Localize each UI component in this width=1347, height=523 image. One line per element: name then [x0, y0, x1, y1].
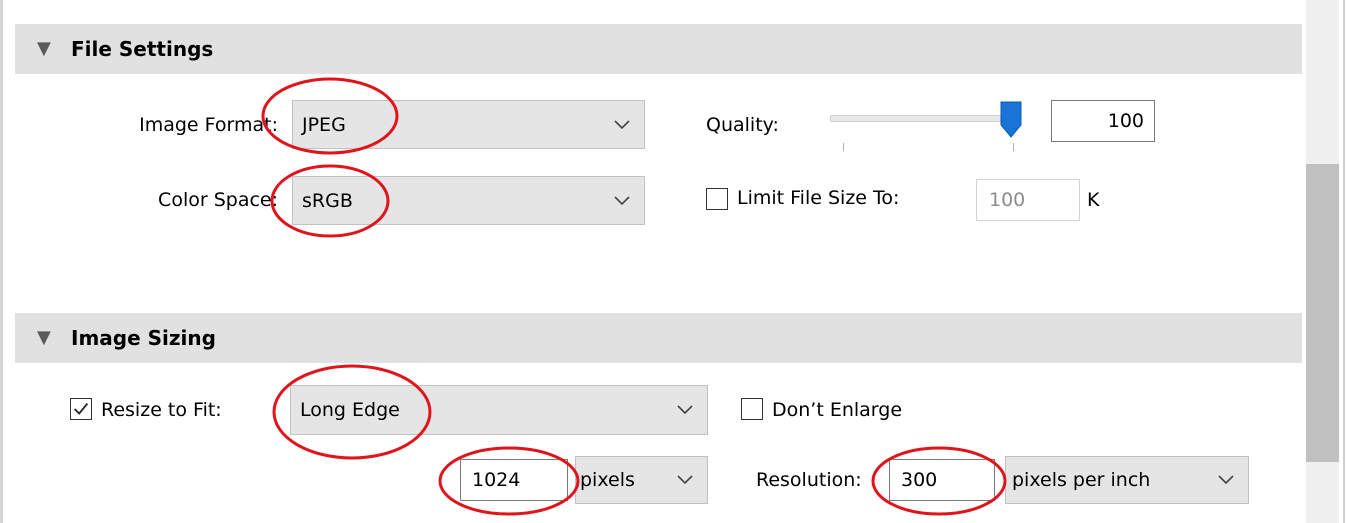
resize-to-fit-label: Resize to Fit:	[101, 399, 222, 421]
file-settings-title: File Settings	[71, 37, 214, 61]
resolution-value: 300	[901, 469, 938, 491]
panel-right-border	[1343, 0, 1345, 523]
slider-tick	[843, 143, 844, 151]
chevron-down-icon	[677, 475, 693, 485]
quality-slider-track[interactable]	[830, 115, 1020, 122]
resize-to-fit-checkbox[interactable]	[70, 398, 92, 420]
scrollbar-thumb[interactable]	[1306, 164, 1339, 462]
color-space-dropdown[interactable]: sRGB	[292, 176, 645, 225]
size-value: 1024	[472, 469, 521, 491]
image-sizing-header[interactable]: ▼ Image Sizing	[15, 313, 1302, 363]
resolution-unit-dropdown[interactable]: pixels per inch	[1005, 456, 1249, 504]
limit-file-size-unit: K	[1087, 189, 1100, 211]
image-sizing-title: Image Sizing	[71, 326, 216, 350]
slider-tick	[1013, 143, 1014, 151]
panel-left-border	[0, 0, 3, 523]
image-format-dropdown[interactable]: JPEG	[292, 100, 645, 149]
resize-mode-dropdown[interactable]: Long Edge	[290, 385, 708, 435]
dont-enlarge-label: Don’t Enlarge	[772, 399, 903, 421]
limit-file-size-label: Limit File Size To:	[737, 187, 900, 209]
resize-mode-value: Long Edge	[300, 399, 400, 421]
quality-input[interactable]: 100	[1051, 100, 1155, 142]
resolution-input[interactable]: 300	[889, 459, 995, 501]
quality-slider-thumb[interactable]	[1000, 101, 1022, 138]
size-input[interactable]: 1024	[460, 459, 568, 501]
color-space-label: Color Space:	[158, 189, 278, 211]
quality-label: Quality:	[706, 114, 779, 136]
file-settings-header[interactable]: ▼ File Settings	[15, 24, 1302, 74]
chevron-down-icon	[614, 195, 630, 205]
chevron-down-icon	[614, 119, 630, 129]
color-space-value: sRGB	[302, 189, 353, 212]
limit-file-size-input[interactable]: 100	[976, 179, 1080, 221]
resolution-label: Resolution:	[756, 469, 862, 491]
size-unit-value: pixels	[580, 469, 635, 491]
resolution-unit-value: pixels per inch	[1012, 469, 1151, 491]
dont-enlarge-checkbox[interactable]	[741, 398, 763, 420]
image-format-label: Image Format:	[139, 114, 278, 136]
checkmark-icon	[73, 402, 89, 415]
limit-file-size-value: 100	[989, 189, 1026, 211]
annotation-overlay	[261, 77, 1007, 516]
size-unit-dropdown[interactable]: pixels	[575, 456, 708, 504]
chevron-down-icon	[1218, 475, 1234, 485]
quality-value: 100	[1107, 110, 1144, 132]
image-format-value: JPEG	[302, 113, 346, 136]
chevron-down-icon	[677, 405, 693, 415]
collapse-triangle-icon[interactable]: ▼	[37, 40, 51, 58]
collapse-triangle-icon[interactable]: ▼	[37, 329, 51, 347]
limit-file-size-checkbox[interactable]	[706, 188, 728, 210]
